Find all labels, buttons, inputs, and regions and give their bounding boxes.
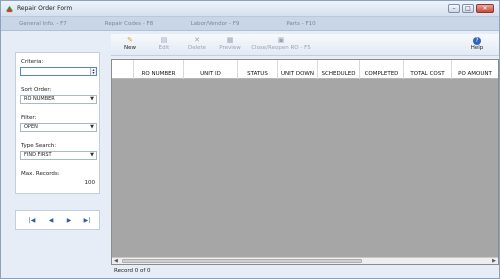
tab-general-info[interactable]: General Info. - F7 — [1, 17, 85, 31]
sort-order-label: Sort Order: — [21, 87, 52, 93]
close-reopen-label: Close/Reopen RO - F5 — [251, 45, 311, 51]
filter-select[interactable]: OPEN ▼ — [20, 123, 97, 132]
maximize-button[interactable]: □ — [462, 4, 474, 13]
filter-value: OPEN — [24, 124, 38, 130]
edit-icon: ▤ — [160, 36, 168, 44]
sort-order-value: RO NUMBER — [24, 96, 55, 102]
grid-header: RO NUMBER UNIT ID STATUS UNIT DOWN SCHED… — [112, 60, 498, 79]
max-records-value[interactable]: 100 — [85, 180, 96, 186]
prev-record-button[interactable]: ◀ — [45, 216, 57, 226]
results-grid[interactable]: RO NUMBER UNIT ID STATUS UNIT DOWN SCHED… — [111, 59, 499, 265]
column-header[interactable]: STATUS — [238, 60, 278, 79]
new-label: New — [124, 45, 136, 51]
chevron-down-icon: ▼ — [90, 124, 94, 130]
column-header[interactable]: COMPLETED — [360, 60, 404, 79]
edit-button[interactable]: ▤ Edit — [151, 36, 177, 54]
first-record-button[interactable]: |◀ — [26, 216, 38, 226]
window-title: Repair Order Form — [17, 5, 73, 12]
preview-icon: ▦ — [226, 36, 234, 44]
repair-order-window: Repair Order Form – □ ✕ General Info. - … — [0, 0, 500, 279]
toolbar: ✎ New ▤ Edit ✕ Delete ▦ Preview ▣ Close/… — [111, 34, 499, 56]
criteria-label: Criteria: — [21, 59, 44, 65]
delete-label: Delete — [187, 45, 207, 51]
row-selector-header — [112, 60, 134, 79]
delete-icon: ✕ — [194, 36, 200, 44]
close-button[interactable]: ✕ — [476, 4, 494, 13]
max-records-label: Max. Records: — [21, 171, 60, 177]
type-search-value: FIND FIRST — [24, 152, 52, 158]
help-icon: ? — [473, 37, 481, 45]
delete-button[interactable]: ✕ Delete — [183, 36, 211, 54]
last-record-button[interactable]: ▶| — [81, 216, 93, 226]
new-button[interactable]: ✎ New — [117, 36, 143, 54]
scroll-thumb[interactable] — [122, 259, 362, 263]
help-button[interactable]: ? Help — [467, 36, 487, 54]
chevron-down-icon: ▼ — [90, 152, 94, 158]
minimize-button[interactable]: – — [448, 4, 460, 13]
criteria-input[interactable]: ▴ ▾ — [20, 67, 97, 76]
column-header[interactable]: UNIT ID — [184, 60, 238, 79]
app-logo-icon — [5, 5, 14, 13]
scroll-left-icon[interactable]: ◀ — [114, 258, 118, 264]
next-record-button[interactable]: ▶ — [63, 216, 75, 226]
status-bar: Record 0 of 0 — [114, 268, 151, 274]
sort-order-select[interactable]: RO NUMBER ▼ — [20, 95, 97, 104]
column-header[interactable]: RO NUMBER — [134, 60, 184, 79]
column-header[interactable]: UNIT DOWN — [278, 60, 318, 79]
record-navigator: |◀ ◀ ▶ ▶| — [15, 210, 100, 230]
type-search-select[interactable]: FIND FIRST ▼ — [20, 151, 97, 160]
search-panel: Criteria: ▴ ▾ Sort Order: RO NUMBER ▼ Fil… — [15, 52, 100, 194]
help-label: Help — [470, 45, 484, 51]
preview-label: Preview — [219, 45, 241, 51]
criteria-spin-icon[interactable]: ▴ ▾ — [90, 68, 96, 75]
column-header[interactable]: TOTAL COST — [404, 60, 452, 79]
scroll-right-icon[interactable]: ▶ — [492, 258, 496, 264]
chevron-down-icon: ▼ — [90, 96, 94, 102]
tab-labor-vendor[interactable]: Labor/Vendor - F9 — [173, 17, 257, 31]
tab-bar: General Info. - F7 Repair Codes - F8 Lab… — [1, 17, 499, 31]
close-reopen-icon: ▣ — [277, 36, 285, 44]
close-reopen-button[interactable]: ▣ Close/Reopen RO - F5 — [249, 36, 313, 54]
title-bar: Repair Order Form – □ ✕ — [1, 1, 499, 17]
tab-repair-codes[interactable]: Repair Codes - F8 — [87, 17, 171, 31]
type-search-label: Type Search: — [21, 143, 57, 149]
filter-label: Filter: — [21, 115, 37, 121]
new-document-icon: ✎ — [127, 36, 133, 44]
tab-parts[interactable]: Parts - F10 — [259, 17, 343, 31]
column-header[interactable]: SCHEDULED — [318, 60, 360, 79]
column-header[interactable]: PO AMOUNT — [452, 60, 498, 79]
edit-label: Edit — [158, 45, 170, 51]
preview-button[interactable]: ▦ Preview — [215, 36, 245, 54]
horizontal-scrollbar[interactable]: ◀ ▶ — [112, 257, 498, 264]
